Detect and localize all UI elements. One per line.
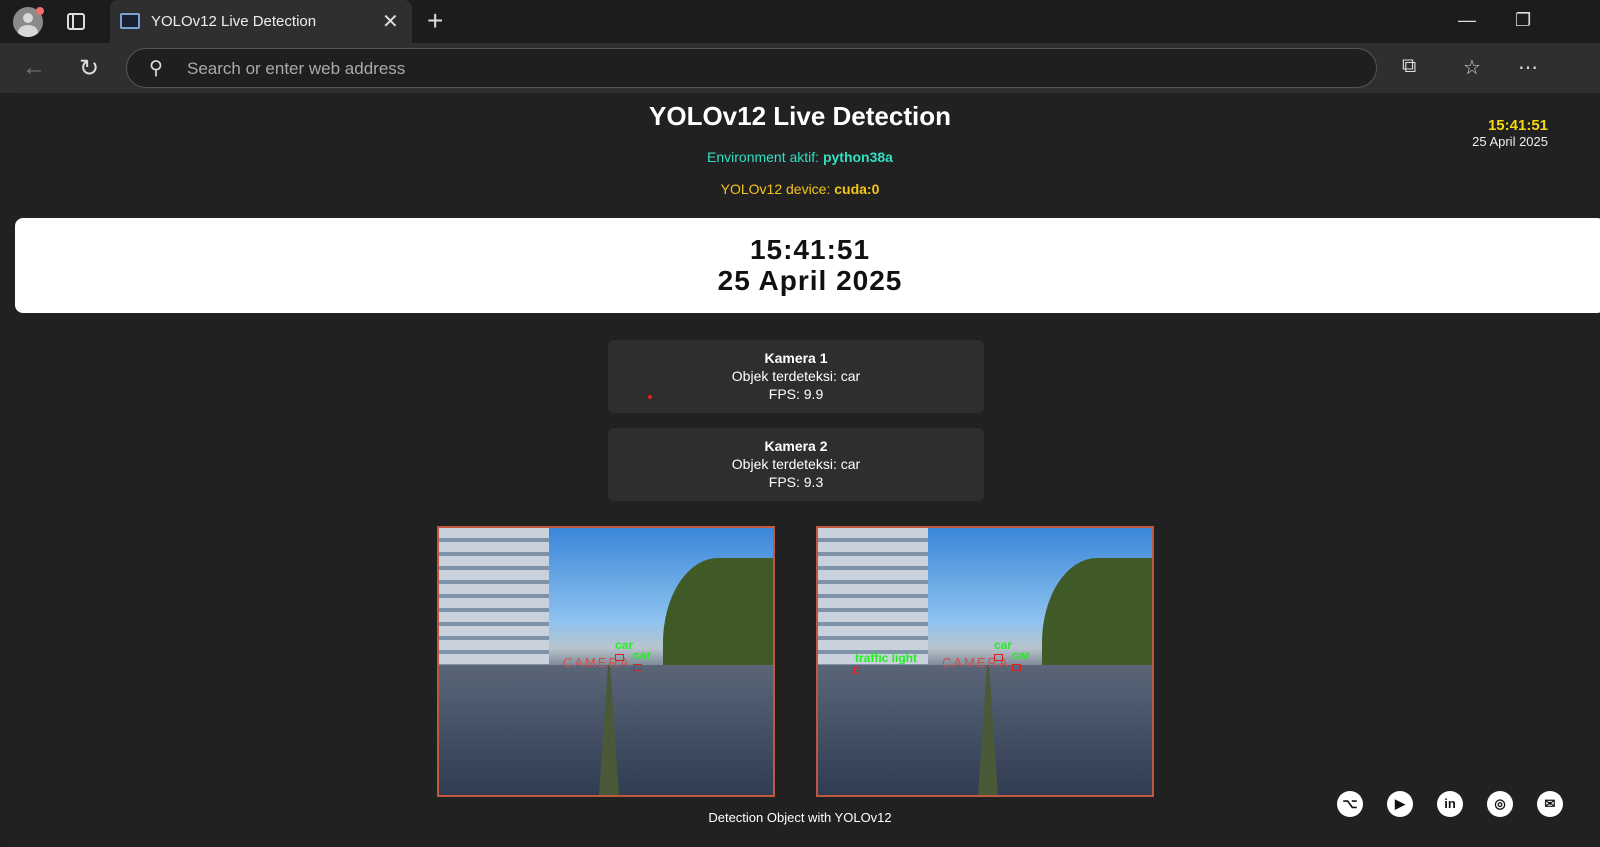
device-info: YOLOv12 device: cuda:0 <box>5 181 1595 197</box>
browser-tab-bar: YOLOv12 Live Detection ✕ + — ❐ <box>0 0 1600 43</box>
mini-clock: 15:41:51 25 April 2025 <box>1472 117 1548 149</box>
page-content: YOLOv12 Live Detection Environment aktif… <box>5 93 1600 847</box>
back-icon[interactable]: ← <box>22 54 46 82</box>
search-icon: ⚲ <box>149 58 163 79</box>
detection-label: traffic light <box>855 651 917 665</box>
page-title: YOLOv12 Live Detection <box>649 101 951 131</box>
device-label: YOLOv12 device: <box>720 181 835 197</box>
main-clock: 15:41:51 25 April 2025 <box>15 218 1600 313</box>
env-label: Environment aktif: <box>707 149 823 165</box>
mini-clock-date: 25 April 2025 <box>1472 134 1548 149</box>
env-value: python38a <box>822 149 893 165</box>
detection-label: car <box>615 638 634 652</box>
new-tab-icon[interactable]: + <box>427 5 443 37</box>
instagram-icon[interactable]: ◎ <box>1487 791 1513 817</box>
browser-tab[interactable]: YOLOv12 Live Detection ✕ <box>110 0 412 43</box>
environment-info: Environment aktif: python38a <box>5 149 1595 165</box>
linkedin-icon[interactable]: in <box>1437 791 1463 817</box>
mini-clock-time: 15:41:51 <box>1487 117 1548 134</box>
camera-2-card: Kamera 2 Objek terdeteksi: car FPS: 9.3 <box>608 428 984 501</box>
detection-label: car <box>1012 648 1031 662</box>
clock-date: 25 April 2025 <box>717 265 903 296</box>
github-icon[interactable]: ⌥ <box>1337 791 1363 817</box>
close-tab-icon[interactable]: ✕ <box>382 9 399 34</box>
address-bar[interactable]: ⚲ Search or enter web address <box>126 48 1377 88</box>
notification-dot <box>36 7 44 15</box>
clock-time: 15:41:51 <box>749 234 871 265</box>
fps: FPS: 9.9 <box>768 386 824 402</box>
more-icon[interactable]: ⋯ <box>1518 55 1538 80</box>
extensions-icon[interactable]: ⧉ <box>1402 55 1416 78</box>
minimize-icon[interactable]: — <box>1458 10 1476 31</box>
camera-1-card: Kamera 1 Objek terdeteksi: car FPS: 9.9 <box>608 340 984 413</box>
address-placeholder: Search or enter web address <box>187 59 406 78</box>
tab-title: YOLOv12 Live Detection <box>151 13 317 30</box>
favorites-icon[interactable]: ☆ <box>1463 55 1481 80</box>
camera-1-feed: CAMERA car car <box>437 526 775 797</box>
camera-2-feed: CAMERA car car traffic light <box>816 526 1154 797</box>
detection-box <box>615 654 624 661</box>
camera-name: Kamera 2 <box>764 438 828 454</box>
detected-objects: Objek terdeteksi: car <box>731 456 861 472</box>
detection-box <box>633 664 642 671</box>
detection-label: car <box>633 648 652 662</box>
email-icon[interactable]: ✉ <box>1537 791 1563 817</box>
camera-name: Kamera 1 <box>764 350 828 366</box>
terminal-icon <box>120 13 140 29</box>
device-value: cuda:0 <box>834 181 880 197</box>
detected-objects: Objek terdeteksi: car <box>731 368 861 384</box>
detection-box <box>854 667 860 674</box>
tabs-icon[interactable] <box>67 13 85 30</box>
detection-box <box>1012 664 1021 671</box>
fps: FPS: 9.3 <box>768 474 824 490</box>
refresh-icon[interactable]: ↻ <box>79 54 99 83</box>
status-dot <box>648 395 652 399</box>
detection-box <box>994 654 1003 661</box>
youtube-icon[interactable]: ▶ <box>1387 791 1413 817</box>
detection-label: car <box>994 638 1013 652</box>
restore-icon[interactable]: ❐ <box>1515 10 1531 31</box>
browser-toolbar: ← ↻ ⚲ Search or enter web address ⧉ ☆ ⋯ <box>0 43 1600 93</box>
